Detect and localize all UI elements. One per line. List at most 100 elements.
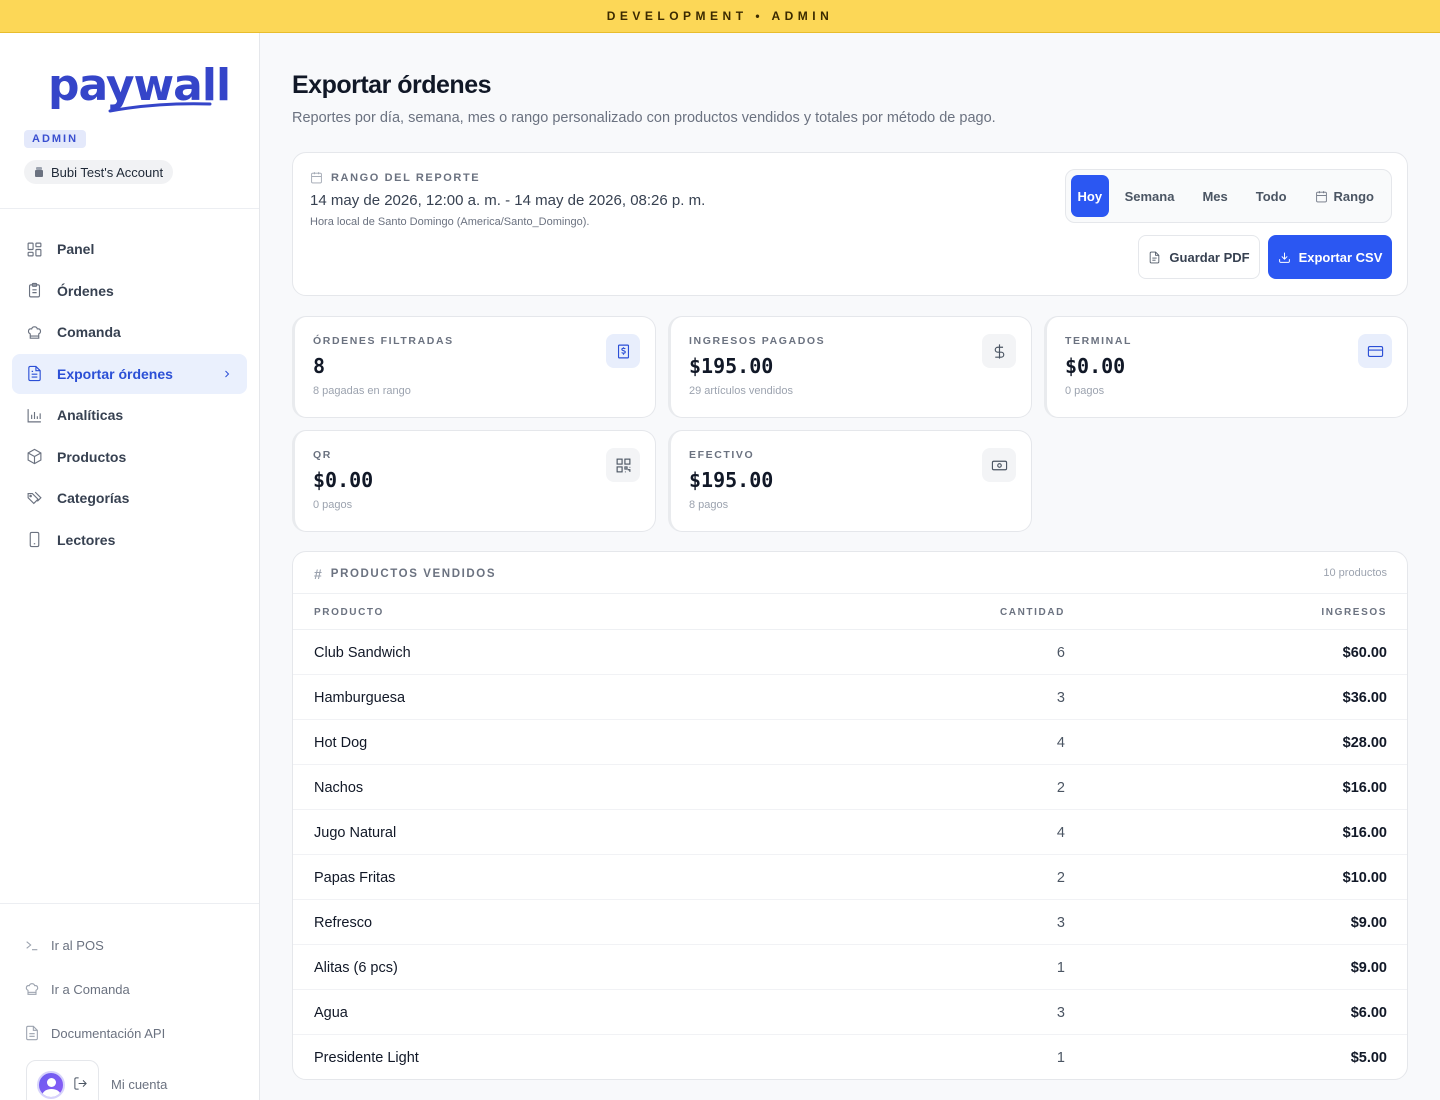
receipt-icon: [617, 344, 629, 358]
product-revenue: $6.00: [1350, 1005, 1387, 1021]
clipboard-icon: [28, 282, 41, 298]
product-revenue: $60.00: [1342, 645, 1387, 661]
brand-logo[interactable]: paywall: [48, 61, 231, 117]
link-ir-al-pos[interactable]: Ir al POS: [24, 923, 165, 967]
terminal-icon: [26, 941, 38, 951]
stat-icon-box: [606, 334, 640, 368]
sidebar-item-ordenes[interactable]: Órdenes: [12, 271, 247, 311]
banknote-icon: [991, 460, 1007, 470]
dollar-icon: [994, 343, 1004, 359]
avatar[interactable]: [37, 1071, 65, 1099]
stat-card-ordenes-filtradas: ÓRDENES FILTRADAS 8 8 pagadas en rango: [292, 316, 656, 418]
stat-icon-box: [1358, 334, 1392, 368]
sidebar-item-analiticas[interactable]: Analíticas: [12, 395, 247, 435]
sidebar-item-comanda[interactable]: Comanda: [12, 312, 247, 352]
product-name: Papas Fritas: [314, 870, 396, 886]
stat-card-ingresos-pagados: INGRESOS PAGADOS $195.00 29 artículos ve…: [668, 316, 1032, 418]
column-header-ingresos: INGRESOS: [1321, 607, 1387, 618]
period-rango-button[interactable]: Rango: [1303, 175, 1386, 217]
table-row: Jugo Natural 4 $16.00: [293, 810, 1407, 855]
sidebar-item-label: Analíticas: [57, 407, 124, 423]
stat-label: EFECTIVO: [689, 449, 755, 461]
sidebar-footer-links: Ir al POS Ir a Comanda Documentación API: [24, 923, 165, 1055]
calendar-icon: [1315, 190, 1327, 202]
download-icon: [1278, 252, 1290, 263]
footer-link-label: Documentación API: [51, 1025, 166, 1041]
store-icon: [35, 167, 43, 177]
stat-card-efectivo: EFECTIVO $195.00 8 pagos: [668, 430, 1032, 532]
save-pdf-button[interactable]: Guardar PDF: [1138, 235, 1260, 279]
product-name: Club Sandwich: [314, 645, 411, 661]
footer-link-label: Ir a Comanda: [51, 981, 130, 997]
stat-label: TERMINAL: [1065, 335, 1133, 347]
stat-icon-box: [606, 448, 640, 482]
product-quantity: 2: [1056, 870, 1065, 886]
link-ir-a-comanda[interactable]: Ir a Comanda: [24, 967, 165, 1011]
stat-value: $195.00: [689, 354, 774, 378]
product-name: Hot Dog: [314, 735, 368, 751]
account-name: Bubi Test's Account: [51, 164, 164, 180]
stat-note: 8 pagadas en rango: [313, 385, 411, 397]
table-row: Hamburguesa 3 $36.00: [293, 675, 1407, 720]
period-hoy-button[interactable]: Hoy: [1071, 175, 1109, 217]
stat-label: INGRESOS PAGADOS: [689, 335, 826, 347]
table-row: Papas Fritas 2 $10.00: [293, 855, 1407, 900]
product-revenue: $10.00: [1342, 870, 1387, 886]
sidebar-item-lectores[interactable]: Lectores: [12, 520, 247, 560]
stat-note: 0 pagos: [313, 499, 353, 511]
page-subtitle: Reportes por día, semana, mes o rango pe…: [292, 110, 996, 126]
sidebar-item-exportar-ordenes[interactable]: Exportar órdenes: [12, 353, 247, 394]
stat-card-terminal: TERMINAL $0.00 0 pagos: [1044, 316, 1408, 418]
user-menu[interactable]: [26, 1060, 99, 1100]
product-quantity: 4: [1056, 735, 1065, 751]
package-icon: [27, 448, 42, 465]
logout-icon[interactable]: [73, 1076, 88, 1091]
page-title: Exportar órdenes: [292, 71, 492, 99]
sidebar-item-productos[interactable]: Productos: [12, 437, 247, 477]
export-csv-label: Exportar CSV: [1298, 249, 1383, 265]
product-revenue: $16.00: [1342, 825, 1387, 841]
file-text-icon: [26, 1025, 38, 1041]
products-title: # PRODUCTOS VENDIDOS: [314, 566, 496, 582]
sidebar-item-label: Comanda: [57, 324, 121, 340]
period-todo-button[interactable]: Todo: [1244, 175, 1299, 217]
product-quantity: 6: [1056, 645, 1065, 661]
table-row: Agua 3 $6.00: [293, 990, 1407, 1035]
my-account-label[interactable]: Mi cuenta: [111, 1077, 167, 1092]
sidebar-nav: Panel Órdenes Comanda Exportar órdenes A…: [12, 229, 247, 561]
sidebar-item-categorias[interactable]: Categorías: [12, 478, 247, 518]
period-semana-button[interactable]: Semana: [1113, 175, 1187, 217]
sidebar-item-label: Panel: [57, 241, 95, 257]
credit-card-icon: [1367, 345, 1383, 357]
export-csv-button[interactable]: Exportar CSV: [1268, 235, 1392, 279]
logo-swoosh-icon: [108, 102, 212, 113]
stat-note: 29 artículos vendidos: [689, 385, 793, 397]
stat-label: QR: [313, 449, 332, 461]
environment-banner: DEVELOPMENT • ADMIN: [0, 0, 1440, 33]
sidebar-item-panel[interactable]: Panel: [12, 229, 247, 269]
product-revenue: $36.00: [1342, 690, 1387, 706]
save-pdf-label: Guardar PDF: [1169, 249, 1250, 265]
period-mes-button[interactable]: Mes: [1190, 175, 1239, 217]
product-name: Hamburguesa: [314, 690, 406, 706]
products-title-text: PRODUCTOS VENDIDOS: [330, 568, 497, 580]
product-revenue: $5.00: [1350, 1050, 1387, 1066]
product-name: Refresco: [314, 915, 373, 931]
account-chip[interactable]: Bubi Test's Account: [24, 160, 174, 184]
product-quantity: 4: [1056, 825, 1065, 841]
sidebar-item-label: Productos: [57, 448, 127, 465]
product-quantity: 3: [1056, 1005, 1065, 1021]
range-timezone: Hora local de Santo Domingo (America/San…: [310, 216, 590, 228]
link-documentacion-api[interactable]: Documentación API: [24, 1011, 165, 1055]
file-icon: [1150, 251, 1160, 263]
stat-value: $195.00: [689, 468, 774, 492]
product-revenue: $9.00: [1350, 915, 1387, 931]
product-name: Alitas (6 pcs): [314, 960, 398, 976]
file-text-icon: [28, 365, 41, 382]
product-name: Presidente Light: [314, 1050, 419, 1066]
products-header: # PRODUCTOS VENDIDOS 10 productos: [293, 552, 1407, 594]
product-quantity: 1: [1056, 1050, 1065, 1066]
range-value: 14 may de 2026, 12:00 a. m. - 14 may de …: [310, 192, 706, 209]
chevron-right-icon: [225, 370, 230, 377]
stat-note: 0 pagos: [1065, 385, 1105, 397]
